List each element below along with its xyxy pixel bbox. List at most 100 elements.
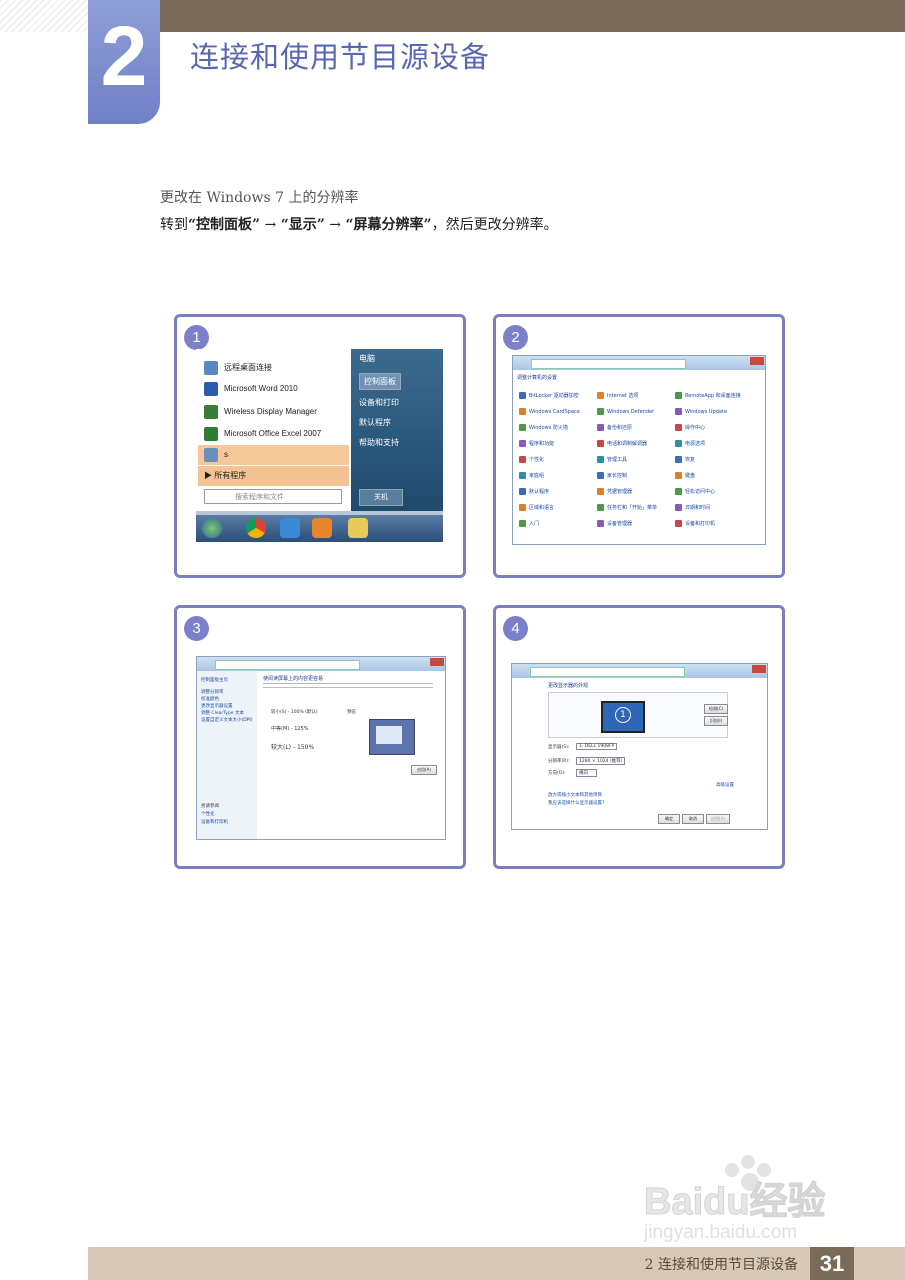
identify-button: 识别(I): [704, 716, 728, 726]
cp-item-label: 备份和还原: [607, 425, 633, 431]
cp-item: Windows Defender: [597, 408, 654, 415]
preview-image: [369, 719, 415, 755]
chapter-title: 连接和使用节目源设备: [190, 40, 491, 74]
cp-item-icon: [675, 440, 682, 447]
start-item-label: Microsoft Word 2010: [224, 384, 298, 394]
cp-item: 区域和语言: [519, 504, 554, 511]
cp-item: 入门: [519, 520, 539, 527]
cp-item: BitLocker 驱动器加密: [519, 392, 579, 399]
cp-item-label: Windows Defender: [607, 409, 655, 415]
cp-item-icon: [597, 488, 604, 495]
start-orb-icon: [202, 518, 222, 538]
cp-item-icon: [675, 472, 682, 479]
cp-item-icon: [597, 392, 604, 399]
display-sidebar: 控制面板主页 调整分辨率 校准颜色 更改显示器设置 调整 ClearType 文…: [197, 671, 257, 839]
cp-item-icon: [675, 392, 682, 399]
all-programs: ▶ 所有程序: [204, 471, 247, 480]
size-option-large: 较大(L) - 150%: [271, 744, 315, 751]
cp-item-label: 操作中心: [685, 425, 706, 431]
cp-item-icon: [519, 504, 526, 511]
taskbar: [196, 515, 443, 542]
display-description: [263, 683, 433, 691]
start-menu-left: 远程桌面连接 Microsoft Word 2010 Wireless Disp…: [196, 349, 351, 511]
resolution-title: 更改显示器的外观: [548, 683, 589, 689]
sidebar-link: 设置自定义文本大小(DPI): [201, 718, 253, 723]
cp-item: 电话和调制解调器: [597, 440, 647, 447]
cp-item-icon: [519, 392, 526, 399]
cp-item-icon: [597, 504, 604, 511]
chrome-icon: [246, 518, 266, 538]
program-icon: [204, 448, 218, 462]
cp-item-icon: [597, 440, 604, 447]
cp-item: Windows CardSpace: [519, 408, 580, 415]
arrow: →: [324, 217, 346, 233]
watermark-url: jingyan.baidu.com: [643, 1222, 797, 1243]
page-number: 31: [810, 1247, 854, 1280]
cp-item-label: 任务栏和「开始」菜单: [607, 505, 658, 511]
cp-item-label: 电源选项: [685, 441, 706, 447]
cp-item-label: Windows Update: [685, 409, 728, 415]
cp-item-label: 管理工具: [607, 457, 628, 463]
control-panel-window: 调整计算机的设置 BitLocker 驱动器加密 Internet 选项 Remot…: [512, 355, 766, 545]
cp-item-icon: [597, 520, 604, 527]
start-item: 远程桌面连接: [204, 361, 272, 375]
see-also-label: 另请参阅: [201, 804, 219, 809]
cp-item-label: 家庭组: [529, 473, 545, 479]
cp-heading: 调整计算机的设置: [517, 375, 558, 381]
cp-item-label: Windows 防火墙: [529, 425, 568, 431]
cp-item-label: 设备和打印机: [685, 521, 716, 527]
start-right-item: 帮助和支持: [359, 438, 399, 447]
preview-label: 预览: [347, 710, 356, 715]
chapter-tab: 2: [88, 0, 160, 124]
field-label: 分辨率(R):: [548, 759, 570, 764]
word-icon: [204, 382, 218, 396]
section-title: 更改在 Windows 7 上的分辨率: [160, 190, 359, 206]
cp-item-icon: [519, 440, 526, 447]
size-option-medium: 中等(M) - 125%: [271, 726, 309, 732]
monitor-area: 1: [548, 692, 728, 738]
orientation-select: 横向: [576, 769, 597, 777]
start-right-item: 设备和打印: [359, 398, 399, 407]
start-right-item: 电脑: [359, 354, 375, 363]
cp-item: 凭据管理器: [597, 488, 632, 495]
close-icon: [430, 658, 444, 666]
close-icon: [752, 665, 766, 673]
cp-item-label: 凭据管理器: [607, 489, 633, 495]
cp-item: 默认程序: [519, 488, 549, 495]
ie-icon: [280, 518, 300, 538]
start-item-label: Microsoft Office Excel 2007: [224, 429, 322, 439]
cp-item-label: 个性化: [529, 457, 545, 463]
cp-item-icon: [675, 408, 682, 415]
sidebar-link: 调整 ClearType 文本: [201, 711, 244, 716]
baidu-watermark: Baidu经验 jingyan.baidu.com: [643, 1155, 826, 1243]
close-icon: [750, 357, 764, 365]
apply-button: 应用(A): [706, 814, 730, 824]
step-badge: 3: [184, 616, 209, 641]
instruction-control-panel: “控制面板”: [188, 217, 261, 233]
step-panel-3: 3 控制面板主页 调整分辨率 校准颜色 更改显示器设置 调整 ClearType…: [174, 605, 466, 869]
cp-item: Internet 选项: [597, 392, 638, 399]
display-window: 控制面板主页 调整分辨率 校准颜色 更改显示器设置 调整 ClearType 文…: [196, 656, 446, 840]
cp-item: 操作中心: [675, 424, 705, 431]
instruction-prefix: 转到: [160, 217, 188, 233]
cp-item: RemoteApp 和桌面连接: [675, 392, 741, 399]
address-bar: [215, 660, 360, 670]
advanced-settings-link: 高级设置: [716, 783, 734, 788]
field-label: 显示器(S):: [548, 745, 570, 750]
start-item-label: Wireless Display Manager: [224, 407, 317, 417]
start-right-item: 默认程序: [359, 418, 391, 427]
cp-item: 轻松访问中心: [675, 488, 715, 495]
sidebar-link: 校准颜色: [201, 697, 219, 702]
cp-item-label: 轻松访问中心: [685, 489, 716, 495]
excel-icon: [204, 427, 218, 441]
all-programs-label: 所有程序: [214, 471, 247, 480]
cp-item: 个性化: [519, 456, 544, 463]
cp-item-icon: [519, 456, 526, 463]
cp-item-label: 键盘: [685, 473, 696, 479]
help-link: 放大或缩小文本和其他项目: [548, 793, 602, 798]
cp-item-icon: [675, 456, 682, 463]
cp-item-label: 家长控制: [607, 473, 628, 479]
size-option-small: 较小(S) - 100% (默认): [271, 710, 318, 715]
instruction-display: “显示”: [280, 217, 325, 233]
instruction-line: 转到“控制面板” → “显示” → “屏幕分辨率”，然后更改分辨率。: [160, 214, 558, 234]
